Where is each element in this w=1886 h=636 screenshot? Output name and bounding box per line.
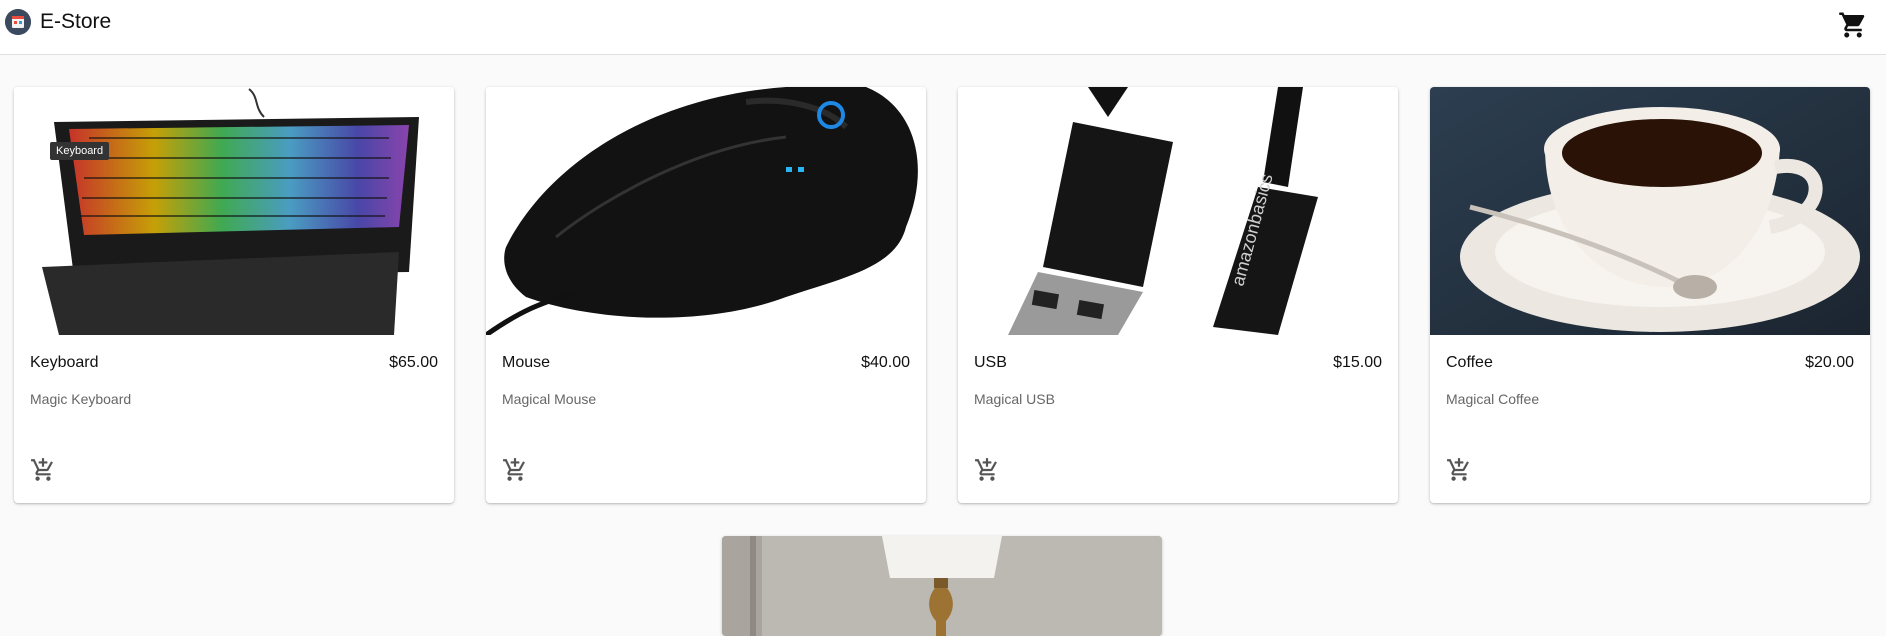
product-card-usb: amazonbasics USB $15.00 Magical USB	[958, 87, 1398, 503]
product-image-mouse[interactable]	[486, 87, 926, 335]
app-bar: E-Store	[0, 0, 1886, 55]
product-price: $40.00	[861, 354, 910, 371]
product-card-keyboard: Keyboard Keyboard $65.00 Magic Keyboard	[14, 87, 454, 503]
product-image-coffee[interactable]	[1430, 87, 1870, 335]
product-price: $20.00	[1805, 354, 1854, 371]
product-image-keyboard[interactable]: Keyboard	[14, 87, 454, 335]
product-image-usb[interactable]: amazonbasics	[958, 87, 1398, 335]
product-name: Mouse	[502, 354, 551, 371]
product-price: $65.00	[389, 354, 438, 371]
add-shopping-cart-icon[interactable]	[974, 457, 1000, 483]
store-logo-icon	[5, 9, 31, 35]
product-description: Magic Keyboard	[30, 391, 132, 407]
product-name: USB	[974, 354, 1007, 371]
product-name: Keyboard	[30, 354, 99, 371]
shopping-cart-icon[interactable]	[1838, 10, 1868, 40]
add-shopping-cart-icon[interactable]	[1446, 457, 1472, 483]
product-description: Magical Mouse	[502, 391, 597, 407]
product-price: $15.00	[1333, 354, 1382, 371]
image-tooltip: Keyboard	[50, 142, 110, 160]
product-description: Magical Coffee	[1446, 391, 1540, 407]
product-name: Coffee	[1446, 354, 1493, 371]
product-description: Magical USB	[974, 391, 1055, 407]
add-shopping-cart-icon[interactable]	[30, 457, 56, 483]
product-card-lamp	[722, 536, 1162, 636]
app-title[interactable]: E-Store	[40, 10, 111, 34]
product-card-coffee: Coffee $20.00 Magical Coffee	[1430, 87, 1870, 503]
product-image-lamp[interactable]	[722, 536, 1162, 636]
add-shopping-cart-icon[interactable]	[502, 457, 528, 483]
product-card-mouse: Mouse $40.00 Magical Mouse	[486, 87, 926, 503]
